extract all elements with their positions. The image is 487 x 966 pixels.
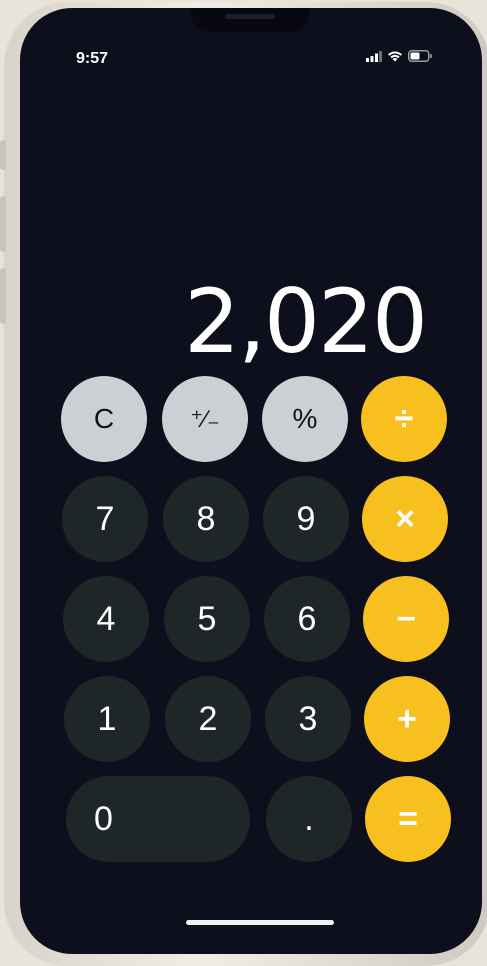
digit-8-button[interactable]: 8 [163, 476, 249, 562]
volume-up-button [0, 196, 6, 252]
calculator-screen: 9:57 2,020 C ⁺∕₋ % ÷ 7 8 9 × 4 5 6 − 1 2… [20, 8, 482, 954]
digit-2-button[interactable]: 2 [165, 676, 251, 762]
digit-5-button[interactable]: 5 [164, 576, 250, 662]
volume-down-button [0, 268, 6, 324]
multiply-button[interactable]: × [362, 476, 448, 562]
add-button[interactable]: + [364, 676, 450, 762]
keypad: C ⁺∕₋ % ÷ 7 8 9 × 4 5 6 − 1 2 3 + 0 . = [20, 8, 482, 954]
toggle-sign-button[interactable]: ⁺∕₋ [162, 376, 248, 462]
subtract-button[interactable]: − [363, 576, 449, 662]
digit-4-button[interactable]: 4 [63, 576, 149, 662]
digit-6-button[interactable]: 6 [264, 576, 350, 662]
digit-7-button[interactable]: 7 [62, 476, 148, 562]
clear-button[interactable]: C [61, 376, 147, 462]
divide-button[interactable]: ÷ [361, 376, 447, 462]
digit-3-button[interactable]: 3 [265, 676, 351, 762]
digit-0-button[interactable]: 0 [66, 776, 250, 862]
digit-1-button[interactable]: 1 [64, 676, 150, 762]
decimal-button[interactable]: . [266, 776, 352, 862]
percent-button[interactable]: % [262, 376, 348, 462]
digit-9-button[interactable]: 9 [263, 476, 349, 562]
mute-switch [0, 140, 6, 170]
home-indicator[interactable] [186, 920, 334, 925]
equals-button[interactable]: = [365, 776, 451, 862]
